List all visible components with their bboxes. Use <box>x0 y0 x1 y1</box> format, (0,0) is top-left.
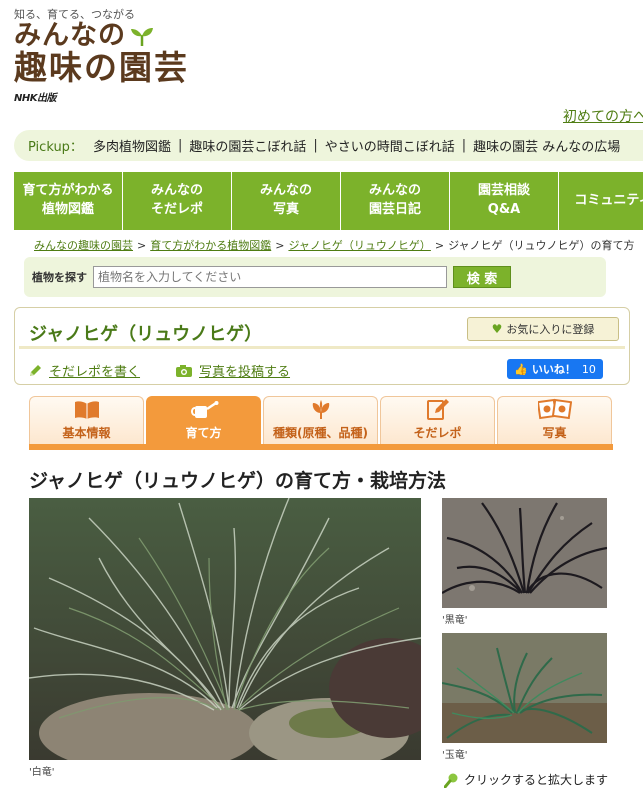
main-nav: 育て方がわかる 植物図鑑 みんなの そだレポ みんなの 写真 みんなの 園芸日記… <box>14 172 643 230</box>
logo-line1: みんなの <box>14 20 126 51</box>
plant-search-input[interactable] <box>93 266 447 288</box>
nav-item-sodarepo[interactable]: みんなの そだレポ <box>123 172 232 230</box>
thumbnail-photo-1[interactable] <box>442 498 607 608</box>
nav-item-photos[interactable]: みんなの 写真 <box>232 172 341 230</box>
plant-header-box: ジャノヒゲ（リュウノヒゲ） ♥ お気に入りに登録 そだレポを書く 写真を投稿する… <box>14 307 630 385</box>
breadcrumb-current: ジャノヒゲ（リュウノヒゲ）の育て方 <box>448 239 635 252</box>
page-title: ジャノヒゲ（リュウノヒゲ）の育て方・栽培方法 <box>29 470 447 492</box>
nav-item-plant-encyclopedia[interactable]: 育て方がわかる 植物図鑑 <box>14 172 123 230</box>
tab-varieties[interactable]: 種類(原種、品種) <box>263 396 378 444</box>
site-logo[interactable]: みんなの 趣味の園芸 <box>14 22 189 84</box>
pickup-item-garden-stories[interactable]: 趣味の園芸こぼれ話 <box>189 136 306 155</box>
favorite-button[interactable]: ♥ お気に入りに登録 <box>467 317 619 341</box>
zoom-hint-text: クリックすると拡大します <box>464 773 609 787</box>
publisher-logo[interactable]: NHK出版 <box>14 89 57 104</box>
sprout-icon <box>131 27 153 46</box>
post-photo-label: 写真を投稿する <box>199 365 291 380</box>
pickup-separator: | <box>461 138 467 153</box>
watering-can-icon <box>190 401 218 418</box>
pickup-bar: Pickup： 多肉植物図鑑 | 趣味の園芸こぼれ話 | やさいの時間こぼれ話 … <box>14 130 643 161</box>
breadcrumb-home[interactable]: みんなの趣味の園芸 <box>34 239 133 252</box>
camera-icon <box>176 364 192 377</box>
main-plant-photo[interactable] <box>29 498 421 760</box>
pickup-label: Pickup： <box>28 140 83 155</box>
plant-tabs: 基本情報 育て方 種類(原種、品種) そだレポ 写真 <box>29 396 614 444</box>
pickup-separator: | <box>313 138 318 153</box>
notepad-pencil-icon <box>426 399 449 420</box>
tab-basic-info[interactable]: 基本情報 <box>29 396 144 444</box>
leaf-icon <box>312 400 329 419</box>
breadcrumb-separator: > <box>275 239 285 252</box>
breadcrumb-encyclopedia[interactable]: 育て方がわかる植物図鑑 <box>150 239 271 252</box>
thumbs-up-icon: 👍 <box>514 362 528 376</box>
plant-search-bar: 植物を探す 検 索 <box>24 257 606 297</box>
first-time-link[interactable]: 初めての方へ <box>563 106 643 126</box>
favorite-button-label: お気に入りに登録 <box>506 323 595 336</box>
logo-line2: 趣味の園芸 <box>14 48 189 87</box>
tab-label: 育て方 <box>185 426 222 440</box>
plant-title: ジャノヒゲ（リュウノヒゲ） <box>29 324 263 345</box>
breadcrumb-plant[interactable]: ジャノヒゲ（リュウノヒゲ） <box>288 239 430 252</box>
main-photo-caption: '白竜' <box>29 767 55 778</box>
tab-label: そだレポ <box>413 426 462 440</box>
tab-photos[interactable]: 写真 <box>497 396 612 444</box>
tab-underline <box>29 444 613 450</box>
heart-icon: ♥ <box>491 322 503 336</box>
pickup-item-vegetable-stories[interactable]: やさいの時間こぼれ話 <box>325 136 455 155</box>
photo-flowers-icon <box>537 398 572 420</box>
thumbnail-1-caption: '黒竜' <box>442 615 468 626</box>
tab-label: 種類(原種、品種) <box>273 426 368 440</box>
pickup-item-plaza[interactable]: 趣味の園芸 みんなの広場 <box>473 136 620 155</box>
post-photo-link[interactable]: 写真を投稿する <box>175 361 290 380</box>
thumbnail-2-caption: '玉竜' <box>442 750 468 761</box>
write-report-label: そだレポを書く <box>49 365 141 380</box>
pickup-item-succulents[interactable]: 多肉植物図鑑 <box>93 136 171 155</box>
search-label: 植物を探す <box>32 271 87 284</box>
search-button[interactable]: 検 索 <box>453 266 511 288</box>
plant-box-divider <box>19 346 625 349</box>
pencil-icon <box>30 364 41 376</box>
tab-label: 基本情報 <box>62 426 111 440</box>
tab-care-guide[interactable]: 育て方 <box>146 396 261 444</box>
nav-item-diary[interactable]: みんなの 園芸日記 <box>341 172 450 230</box>
pickup-separator: | <box>177 138 183 153</box>
tab-sodarepo[interactable]: そだレポ <box>380 396 495 444</box>
write-report-link[interactable]: そだレポを書く <box>27 361 140 380</box>
thumbnail-photo-2[interactable] <box>442 633 607 743</box>
facebook-like-button[interactable]: 👍 いいね！ 10 <box>507 359 603 379</box>
breadcrumb: みんなの趣味の園芸 > 育て方がわかる植物図鑑 > ジャノヒゲ（リュウノヒゲ） > ジャノヒ… <box>34 237 635 253</box>
breadcrumb-separator: > <box>137 239 147 252</box>
zoom-hint: クリックすると拡大します <box>444 771 608 788</box>
nav-item-qa[interactable]: 園芸相談 Q&A <box>450 172 559 230</box>
breadcrumb-separator: > <box>434 239 445 252</box>
tab-label: 写真 <box>542 426 567 440</box>
magnifier-icon <box>444 773 458 788</box>
like-label: いいね！ <box>531 363 576 376</box>
nav-item-community[interactable]: コミュニティ <box>559 172 643 230</box>
open-book-icon <box>74 401 99 419</box>
like-count: 10 <box>581 362 596 376</box>
